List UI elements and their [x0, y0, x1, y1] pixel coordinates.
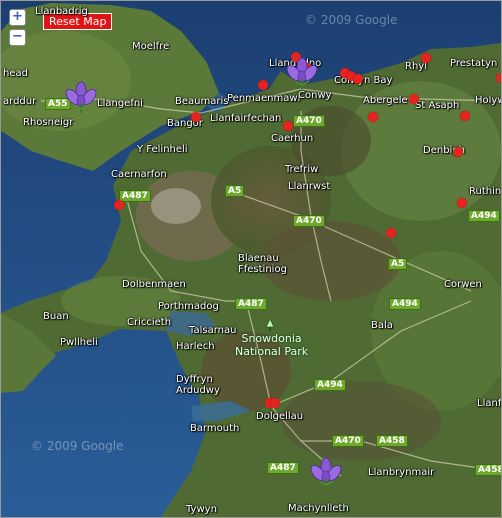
town-label: Pwllheli: [60, 337, 98, 348]
town-label: Criccieth: [127, 317, 172, 328]
road-shield: A494: [314, 379, 346, 391]
town-label: Barmouth: [190, 423, 240, 434]
town-label: St Asaph: [415, 100, 460, 111]
town-label: Llanrwst: [288, 181, 331, 192]
red-dot-marker[interactable]: [496, 73, 501, 83]
road-shield: A458: [475, 464, 501, 476]
red-dot-marker[interactable]: [409, 94, 419, 104]
town-label: Y Felinheli: [137, 144, 188, 155]
road-shield: A5: [388, 258, 408, 270]
park-tree-icon: [265, 319, 275, 331]
road-shield: A5: [225, 185, 245, 197]
road-shield: A470: [293, 115, 325, 127]
town-label: Machynlleth: [288, 503, 349, 514]
map-frame[interactable]: © 2009 Google © 2009 Google + − Reset Ma…: [0, 0, 502, 518]
crocus-flower-icon[interactable]: [285, 57, 319, 91]
road-shield: A470: [332, 435, 364, 447]
town-label: Conwy: [298, 90, 332, 101]
zoom-controls: + −: [9, 9, 26, 49]
town-label: Penmaenmawr: [227, 93, 302, 104]
town-label: Caernarfon: [111, 169, 167, 180]
red-dot-marker[interactable]: [460, 111, 470, 121]
red-dot-marker[interactable]: [386, 228, 396, 238]
copyright-watermark: © 2009 Google: [305, 13, 398, 27]
town-label: Talsarnau: [189, 325, 237, 336]
town-label: Llanbrynmair: [368, 467, 435, 478]
town-label: arddur: [3, 96, 37, 107]
national-park-label: Snowdonia National Park: [235, 332, 309, 358]
town-label: Dolbenmaen: [122, 279, 186, 290]
road-shield: A487: [267, 462, 299, 474]
town-label: Trefriw: [285, 164, 319, 175]
road-shield: A494: [468, 210, 500, 222]
town-label: Tywyn: [186, 504, 217, 515]
copyright-watermark: © 2009 Google: [31, 439, 124, 453]
town-label: Corwen: [444, 279, 482, 290]
red-dot-marker[interactable]: [453, 147, 463, 157]
town-label: Rhosneigr: [23, 117, 74, 128]
crocus-flower-icon[interactable]: [309, 457, 343, 491]
crocus-flower-icon[interactable]: [64, 81, 98, 115]
town-label: Llanfy: [477, 398, 502, 409]
town-label: Dyffryn Ardudwy: [176, 374, 220, 396]
town-label: Bala: [371, 320, 393, 331]
road-shield: A487: [235, 298, 267, 310]
road-shield: A494: [389, 298, 421, 310]
town-label: Caerhun: [271, 133, 314, 144]
red-dot-marker[interactable]: [191, 112, 201, 122]
town-label: Moelfre: [132, 41, 170, 52]
zoom-in-button[interactable]: +: [9, 9, 26, 26]
town-label: head: [3, 68, 28, 79]
red-dot-marker[interactable]: [258, 80, 268, 90]
road-shield: A458: [376, 435, 408, 447]
red-dot-marker[interactable]: [283, 121, 293, 131]
red-dot-marker[interactable]: [421, 53, 431, 63]
red-dot-marker[interactable]: [270, 398, 280, 408]
road-shield: A470: [293, 215, 325, 227]
town-label: Llanfairfechan: [210, 113, 282, 124]
town-label: Beaumaris: [175, 96, 229, 107]
red-dot-marker[interactable]: [114, 200, 124, 210]
town-label: Ruthin: [469, 186, 502, 197]
town-label: Harlech: [176, 341, 215, 352]
town-label: Abergele: [363, 95, 408, 106]
town-label: Buan: [43, 311, 69, 322]
red-dot-marker[interactable]: [457, 198, 467, 208]
red-dot-marker[interactable]: [368, 112, 378, 122]
town-label: Dolgellau: [256, 411, 304, 422]
town-label: Llangefni: [97, 98, 143, 109]
road-shield: A487: [119, 190, 151, 202]
town-label: Prestatyn: [450, 58, 498, 69]
red-dot-marker[interactable]: [353, 74, 363, 84]
zoom-out-button[interactable]: −: [9, 29, 26, 46]
town-label: Porthmadog: [158, 301, 219, 312]
town-label: Llanbadrig: [35, 6, 88, 17]
town-label: Holyw: [475, 95, 501, 106]
town-label: Blaenau Ffestiniog: [238, 253, 287, 275]
